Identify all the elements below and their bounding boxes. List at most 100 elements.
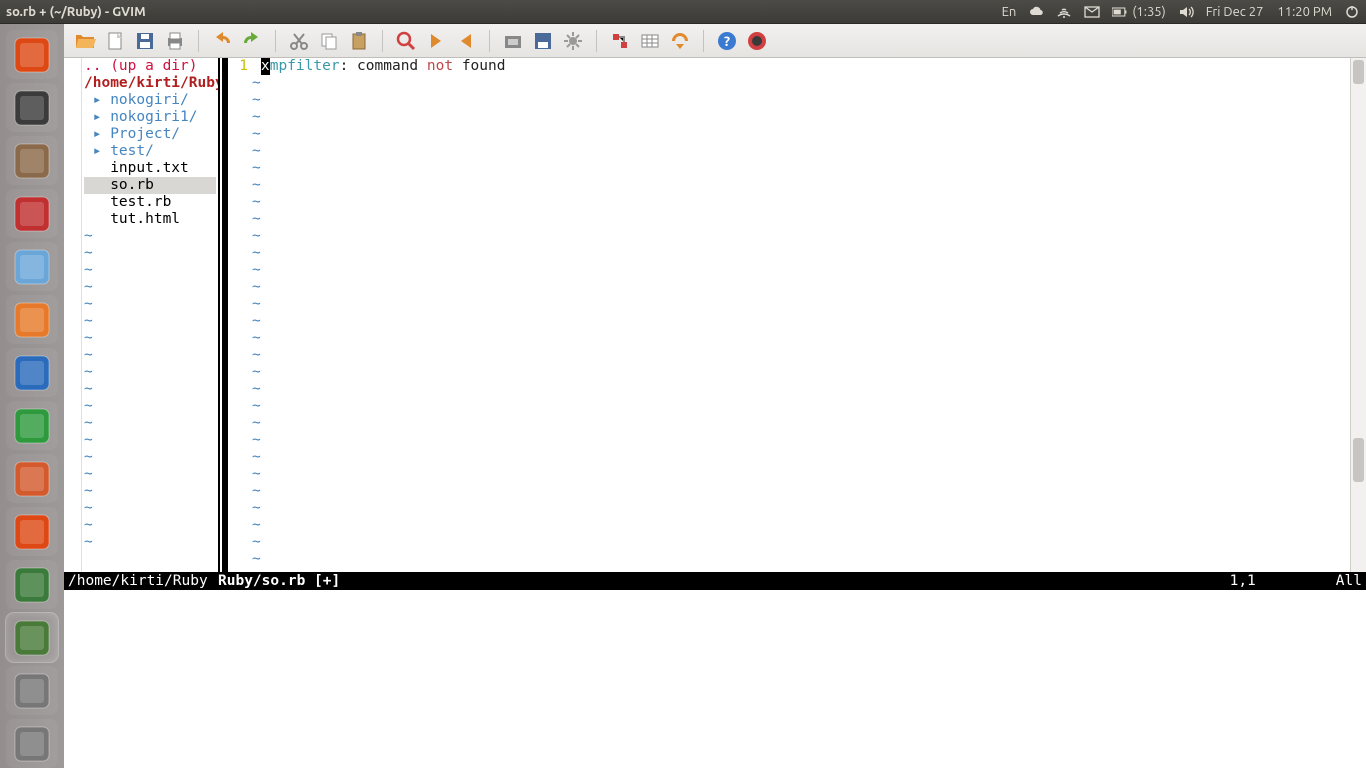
status-file: Ruby/so.rb [+] <box>218 573 340 589</box>
toolbar-separator <box>275 30 276 52</box>
tree-tilde: ~ <box>84 381 216 398</box>
tree-dir[interactable]: ▸ nokogiri1/ <box>84 109 216 126</box>
help-icon[interactable]: ? <box>714 28 740 54</box>
clock[interactable]: Fri Dec 27 11:20 PM <box>1206 5 1332 19</box>
software-icon[interactable] <box>6 507 58 556</box>
calc-icon[interactable] <box>6 401 58 450</box>
new-icon[interactable] <box>102 28 128 54</box>
impress-icon[interactable] <box>6 454 58 503</box>
tree-file[interactable]: tut.html <box>84 211 216 228</box>
empty-line-tilde: ~ <box>252 211 1350 228</box>
cloud-icon[interactable] <box>1028 4 1044 20</box>
writer-icon[interactable] <box>6 348 58 397</box>
empty-line-tilde: ~ <box>252 381 1350 398</box>
files-icon[interactable] <box>6 136 58 185</box>
right-scrollbar[interactable] <box>1350 58 1366 572</box>
undo-icon[interactable] <box>209 28 235 54</box>
empty-line-tilde: ~ <box>252 364 1350 381</box>
status-position: 1,1 <box>1230 573 1256 589</box>
dash-icon[interactable] <box>6 30 58 79</box>
tree-dir[interactable]: ▸ nokogiri/ <box>84 92 216 109</box>
session-save-icon[interactable] <box>530 28 556 54</box>
tags-icon[interactable] <box>637 28 663 54</box>
empty-line-tilde: ~ <box>252 551 1350 568</box>
indicator-area: En (1:35) Fri Dec 27 11:20 PM <box>1002 4 1360 20</box>
battery-indicator[interactable]: (1:35) <box>1112 4 1165 20</box>
maps-icon[interactable] <box>6 560 58 609</box>
tree-tilde: ~ <box>84 466 216 483</box>
settings-icon[interactable] <box>560 28 586 54</box>
empty-line-tilde: ~ <box>252 262 1350 279</box>
empty-line-tilde: ~ <box>252 194 1350 211</box>
tree-tilde: ~ <box>84 262 216 279</box>
jump-icon[interactable] <box>667 28 693 54</box>
app-icon[interactable] <box>6 189 58 238</box>
code-line[interactable]: xmpfilter: command not found <box>252 58 1350 75</box>
tree-file[interactable]: test.rb <box>84 194 216 211</box>
chromium-icon[interactable] <box>6 242 58 291</box>
code-pane[interactable]: 1 xmpfilter: command not found~~~~~~~~~~… <box>228 58 1350 572</box>
empty-line-tilde: ~ <box>252 279 1350 296</box>
keyboard-indicator[interactable]: En <box>1002 5 1017 19</box>
empty-line-tilde: ~ <box>252 228 1350 245</box>
left-scrollbar[interactable] <box>64 58 82 572</box>
empty-line-tilde: ~ <box>252 398 1350 415</box>
command-area[interactable] <box>64 590 1366 768</box>
tree-tilde: ~ <box>84 432 216 449</box>
copy-icon[interactable] <box>316 28 342 54</box>
bug-icon[interactable] <box>744 28 770 54</box>
sound-icon[interactable] <box>1178 4 1194 20</box>
save-icon[interactable] <box>132 28 158 54</box>
toolbar-separator <box>596 30 597 52</box>
empty-line-tilde: ~ <box>252 143 1350 160</box>
tree-dir[interactable]: ▸ Project/ <box>84 126 216 143</box>
tree-tilde: ~ <box>84 279 216 296</box>
tree-file[interactable]: input.txt <box>84 160 216 177</box>
nerdtree-pane[interactable]: .. (up a dir)/home/kirti/Ruby/ ▸ nokogir… <box>82 58 218 572</box>
gvim-window: ? .. (up a dir)/home/kirti/Ruby/ ▸ nokog… <box>64 24 1366 768</box>
vertical-split[interactable] <box>218 58 228 572</box>
cut-icon[interactable] <box>286 28 312 54</box>
launcher <box>0 24 64 768</box>
tree-tilde: ~ <box>84 449 216 466</box>
empty-line-tilde: ~ <box>252 245 1350 262</box>
network-icon[interactable] <box>1056 4 1072 20</box>
gvim-icon[interactable] <box>6 613 58 662</box>
tree-file[interactable]: so.rb <box>84 177 216 194</box>
session-icon[interactable] <box>1344 4 1360 20</box>
tree-tilde: ~ <box>84 398 216 415</box>
session-load-icon[interactable] <box>500 28 526 54</box>
empty-line-tilde: ~ <box>252 92 1350 109</box>
empty-line-tilde: ~ <box>252 177 1350 194</box>
print-icon[interactable] <box>162 28 188 54</box>
next-icon[interactable] <box>423 28 449 54</box>
empty-line-tilde: ~ <box>252 415 1350 432</box>
open-icon[interactable] <box>72 28 98 54</box>
svg-text:?: ? <box>724 33 730 49</box>
stack-icon-2[interactable] <box>6 719 58 768</box>
toolbar-separator <box>703 30 704 52</box>
toolbar-separator <box>489 30 490 52</box>
sublime-icon[interactable] <box>6 83 58 132</box>
empty-line-tilde: ~ <box>252 517 1350 534</box>
tree-tilde: ~ <box>84 483 216 500</box>
mail-icon[interactable] <box>1084 4 1100 20</box>
status-cwd: /home/kirti/Ruby <box>68 573 208 589</box>
empty-line-tilde: ~ <box>252 466 1350 483</box>
stack-icon-1[interactable] <box>6 666 58 715</box>
redo-icon[interactable] <box>239 28 265 54</box>
cursor: x <box>261 58 270 75</box>
firefox-icon[interactable] <box>6 295 58 344</box>
top-panel: so.rb + (~/Ruby) - GVIM En (1:35) Fri De… <box>0 0 1366 24</box>
empty-line-tilde: ~ <box>252 449 1350 466</box>
tree-tilde: ~ <box>84 296 216 313</box>
tree-up-dir[interactable]: .. (up a dir) <box>84 58 216 75</box>
gvim-toolbar: ? <box>64 24 1366 58</box>
find-icon[interactable] <box>393 28 419 54</box>
make-icon[interactable] <box>607 28 633 54</box>
paste-icon[interactable] <box>346 28 372 54</box>
tree-dir[interactable]: ▸ test/ <box>84 143 216 160</box>
empty-line-tilde: ~ <box>252 160 1350 177</box>
tree-tilde: ~ <box>84 364 216 381</box>
prev-icon[interactable] <box>453 28 479 54</box>
